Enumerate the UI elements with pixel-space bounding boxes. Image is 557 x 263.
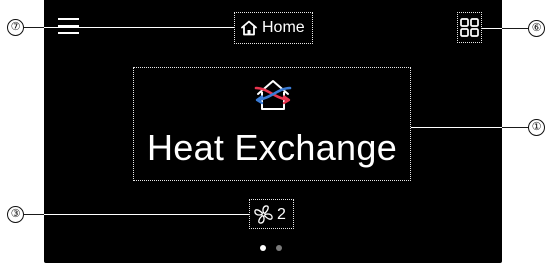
callout-number-mode: ①	[528, 119, 545, 136]
page-dot-active[interactable]	[260, 245, 266, 251]
fan-icon	[254, 205, 273, 224]
callout-number-home: ⑦	[7, 19, 24, 36]
callout-line-mode-inner	[411, 127, 502, 128]
callout-line-fan-inner	[44, 214, 249, 215]
manual-figure: Home Heat Exchange 2 ⑦ ⑥ ① ③	[0, 0, 557, 263]
callout-number-fan: ③	[7, 206, 24, 223]
page-dot[interactable]	[276, 245, 282, 251]
home-button[interactable]: Home	[234, 12, 313, 44]
grid-apps-icon	[460, 18, 479, 37]
callout-line-grid	[502, 28, 528, 29]
pagination	[260, 245, 290, 253]
callout-line-fan	[24, 214, 44, 215]
home-icon	[241, 20, 257, 36]
fan-speed-button[interactable]: 2	[249, 199, 294, 229]
callout-line-home	[24, 27, 44, 28]
callout-line-mode	[502, 127, 528, 128]
device-screen: Home Heat Exchange 2	[44, 0, 502, 263]
home-label: Home	[262, 19, 305, 36]
callout-line-home-inner	[44, 27, 234, 28]
grid-button[interactable]	[457, 12, 482, 43]
mode-label: Heat Exchange	[146, 127, 398, 168]
heat-exchange-icon	[254, 80, 292, 110]
menu-button[interactable]	[58, 17, 80, 35]
fan-speed-value: 2	[277, 206, 286, 223]
mode-button[interactable]: Heat Exchange	[133, 67, 411, 181]
callout-number-grid: ⑥	[528, 20, 545, 37]
hamburger-menu-icon	[58, 18, 79, 34]
callout-line-grid-inner	[482, 28, 502, 29]
